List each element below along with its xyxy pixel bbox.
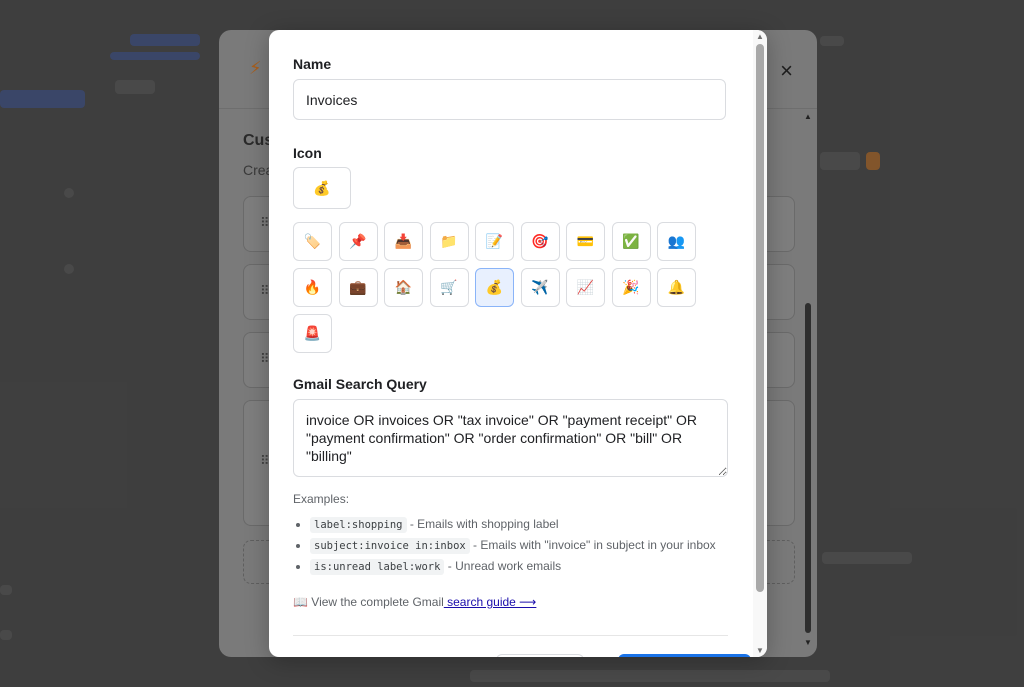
example-query-code: label:shopping — [310, 517, 407, 533]
bell-icon: 🔔 — [667, 279, 686, 295]
scroll-down-icon[interactable]: ▼ — [756, 646, 764, 655]
scrollbar-thumb[interactable] — [805, 303, 811, 633]
icon-option-house-icon[interactable]: 🏠 — [384, 268, 423, 307]
search-guide-link[interactable]: search guide ⟶ — [444, 595, 536, 609]
edit-category-modal: Name Icon 💰 🏷️ 📌 📥 📁 📝 🎯 💳 ✅ 👥 🔥 💼 🏠 🛒 💰 ✈️ 📈 🎉 🔔 🚨 Gmail … — [269, 30, 767, 657]
scroll-up-icon[interactable]: ▲ — [756, 32, 764, 41]
icon-option-credit-card-icon[interactable]: 💳 — [566, 222, 605, 261]
icon-label: Icon — [293, 145, 322, 161]
icon-option-memo-icon[interactable]: 📝 — [475, 222, 514, 261]
lightning-icon: ⚡ — [249, 58, 262, 78]
icon-option-fire-icon[interactable]: 🔥 — [293, 268, 332, 307]
icon-option-tag-icon[interactable]: 🏷️ — [293, 222, 332, 261]
house-icon: 🏠 — [394, 279, 413, 295]
tag-icon: 🏷️ — [303, 233, 322, 249]
fire-icon: 🔥 — [303, 279, 322, 295]
folder-icon: 📁 — [440, 233, 458, 249]
credit-card-icon: 💳 — [576, 233, 595, 249]
selected-icon-preview: 💰 — [293, 167, 351, 209]
save-button[interactable] — [618, 654, 751, 657]
icon-option-target-icon[interactable]: 🎯 — [520, 222, 560, 261]
close-icon[interactable]: × — [780, 58, 793, 84]
icon-option-siren-icon[interactable]: 🚨 — [293, 314, 332, 353]
scroll-up-icon[interactable]: ▲ — [804, 112, 812, 121]
examples-title: Examples: — [293, 492, 350, 506]
icon-option-airplane-icon[interactable]: ✈️ — [520, 268, 560, 307]
scroll-down-icon[interactable]: ▼ — [804, 638, 812, 647]
icon-option-folder-icon[interactable]: 📁 — [429, 222, 469, 261]
parent-scrollbar[interactable]: ▲ ▼ — [803, 108, 813, 647]
query-label: Gmail Search Query — [293, 376, 427, 392]
icon-option-bell-icon[interactable]: 🔔 — [657, 268, 696, 307]
name-input[interactable] — [293, 79, 726, 120]
check-mark-icon: ✅ — [622, 233, 640, 249]
icon-option-check-mark-icon[interactable]: ✅ — [611, 222, 651, 261]
example-description: - Emails with shopping label — [406, 517, 559, 531]
briefcase-icon: 💼 — [349, 279, 367, 295]
icon-option-inbox-tray-icon[interactable]: 📥 — [384, 222, 423, 261]
shopping-cart-icon: 🛒 — [440, 279, 458, 295]
example-query-code: subject:invoice in:inbox — [310, 538, 470, 554]
icon-option-shopping-cart-icon[interactable]: 🛒 — [429, 268, 469, 307]
example-query-code: is:unread label:work — [310, 559, 445, 575]
scrollbar-thumb[interactable] — [756, 44, 764, 592]
inbox-tray-icon: 📥 — [394, 233, 413, 249]
search-guide-text: 📖 View the complete Gmail search guide ⟶ — [293, 595, 536, 609]
gmail-search-query-input[interactable] — [293, 399, 728, 477]
icon-option-people-icon[interactable]: 👥 — [657, 222, 696, 261]
people-icon: 👥 — [667, 233, 686, 249]
example-item: is:unread label:work - Unread work email… — [310, 556, 760, 577]
icon-option-party-popper-icon[interactable]: 🎉 — [611, 268, 651, 307]
cancel-button[interactable] — [496, 654, 584, 657]
chart-increasing-icon: 📈 — [576, 279, 595, 295]
example-item: subject:invoice in:inbox - Emails with "… — [310, 535, 760, 556]
modal-scrollbar[interactable]: ▲ ▼ — [753, 30, 767, 657]
icon-option-chart-increasing-icon[interactable]: 📈 — [566, 268, 605, 307]
pushpin-icon: 📌 — [349, 233, 367, 249]
example-description: - Emails with "invoice" in subject in yo… — [469, 538, 716, 552]
examples-list: label:shopping - Emails with shopping la… — [293, 514, 760, 577]
party-popper-icon: 🎉 — [622, 279, 640, 295]
airplane-icon: ✈️ — [531, 279, 549, 295]
icon-option-pushpin-icon[interactable]: 📌 — [338, 222, 378, 261]
icon-option-briefcase-icon[interactable]: 💼 — [338, 268, 378, 307]
memo-icon: 📝 — [485, 233, 504, 249]
siren-icon: 🚨 — [303, 325, 322, 341]
footer-divider — [293, 635, 728, 636]
target-icon: 🎯 — [531, 233, 549, 249]
name-label: Name — [293, 56, 332, 72]
money-bag-icon: 💰 — [313, 179, 331, 196]
example-description: - Unread work emails — [444, 559, 562, 573]
guide-prefix: 📖 View the complete Gmail — [293, 595, 444, 609]
money-bag-icon: 💰 — [485, 279, 504, 295]
icon-option-money-bag-icon[interactable]: 💰 — [475, 268, 514, 307]
example-item: label:shopping - Emails with shopping la… — [310, 514, 760, 535]
